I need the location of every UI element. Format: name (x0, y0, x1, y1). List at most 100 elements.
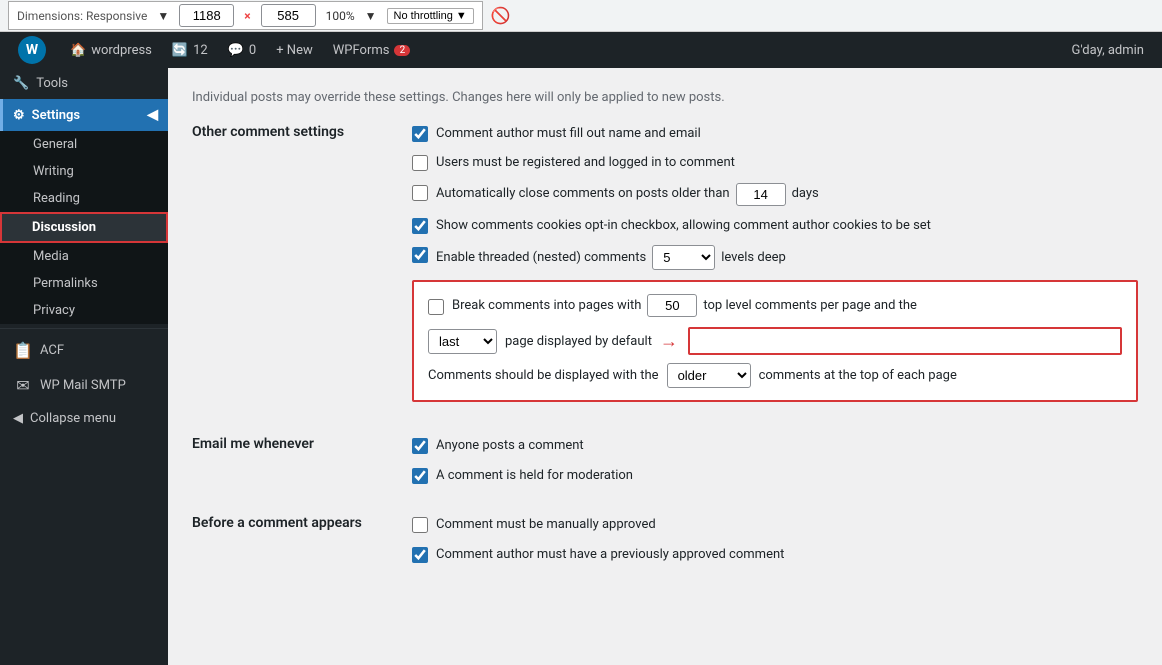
sidebar-item-discussion[interactable]: Discussion (0, 212, 168, 243)
checkbox-cookies[interactable] (412, 218, 428, 234)
wpmail-icon: ✉ (13, 376, 33, 395)
email-me-section: Email me whenever Anyone posts a comment… (192, 436, 1138, 495)
acf-label: ACF (40, 343, 64, 358)
display-order-row: Comments should be displayed with the ne… (428, 363, 1122, 388)
throttle-button[interactable]: No throttling ▼ (387, 8, 474, 24)
no-signal-icon: 🚫 (491, 6, 511, 25)
wp-logo: W (18, 36, 46, 64)
greeting: G'day, admin (1072, 43, 1154, 58)
checkbox-row-author-name: Comment author must fill out name and em… (412, 124, 1138, 144)
dimensions-dropdown-icon[interactable]: ▼ (157, 9, 169, 23)
other-comment-settings-title: Other comment settings (192, 124, 412, 140)
acf-icon: 📋 (13, 341, 33, 360)
checkbox-break[interactable] (428, 299, 444, 315)
discussion-label: Discussion (32, 220, 96, 235)
sidebar-item-general[interactable]: General (0, 131, 168, 158)
checkbox-held-moderation[interactable] (412, 468, 428, 484)
checkbox-row-autoclose: Automatically close comments on posts ol… (412, 183, 1138, 206)
checkbox-manually-approved[interactable] (412, 517, 428, 533)
sidebar-item-wpmail[interactable]: ✉ WP Mail SMTP (0, 368, 168, 403)
admin-bar: W 🏠 wordpress 🔄 12 💬 0 + New WPForms 2 G… (0, 32, 1162, 68)
zoom-dropdown-icon[interactable]: ▼ (365, 9, 377, 23)
settings-label: Settings (32, 108, 80, 123)
new-item[interactable]: + New (266, 32, 323, 68)
autoclose-text-prefix: Automatically close comments on posts ol… (436, 184, 730, 204)
threaded-depth-select[interactable]: 12345678910 (652, 245, 715, 270)
checkbox-prev-approved[interactable] (412, 547, 428, 563)
checkbox-anyone-posts[interactable] (412, 438, 428, 454)
checkbox-prev-approved-label: Comment author must have a previously ap… (436, 545, 784, 565)
checkbox-anyone-posts-label: Anyone posts a comment (436, 436, 584, 456)
display-suffix: comments at the top of each page (759, 368, 957, 383)
checkbox-row-prev-approved: Comment author must have a previously ap… (412, 545, 1138, 565)
comments-item[interactable]: 💬 0 (218, 32, 267, 68)
sidebar-item-acf[interactable]: 📋 ACF (0, 333, 168, 368)
writing-label: Writing (33, 164, 74, 179)
home-icon: 🏠 (70, 43, 86, 58)
checkbox-row-manually-approved: Comment must be manually approved (412, 515, 1138, 535)
site-name-item[interactable]: 🏠 wordpress (60, 32, 162, 68)
checkbox-registered[interactable] (412, 155, 428, 171)
checkbox-threaded[interactable] (412, 247, 428, 263)
checkbox-author-name-label: Comment author must fill out name and em… (436, 124, 701, 144)
dimensions-label: Dimensions: Responsive (17, 9, 147, 23)
collapse-label: Collapse menu (30, 411, 116, 426)
dimensions-separator: × (244, 9, 250, 23)
display-prefix: Comments should be displayed with the (428, 368, 659, 383)
before-comment-section: Before a comment appears Comment must be… (192, 515, 1138, 574)
checkbox-registered-label: Users must be registered and logged in t… (436, 153, 735, 173)
sidebar-item-tools[interactable]: 🔧 Tools (0, 68, 168, 99)
checkbox-break-label: Break comments into pages with top level… (452, 294, 917, 317)
wpforms-label: WPForms (333, 43, 390, 58)
break-text-prefix: Break comments into pages with (452, 296, 641, 316)
checkbox-row-registered: Users must be registered and logged in t… (412, 153, 1138, 173)
general-label: General (33, 137, 77, 152)
height-input[interactable] (261, 4, 316, 27)
zoom-display: 100% (326, 9, 355, 23)
tools-label: Tools (36, 76, 68, 91)
comments-count: 0 (249, 43, 256, 58)
sidebar-item-media[interactable]: Media (0, 243, 168, 270)
sidebar-item-settings[interactable]: ⚙ Settings ◀ (0, 99, 168, 131)
sidebar-item-privacy[interactable]: Privacy (0, 297, 168, 324)
sidebar-divider (0, 328, 168, 329)
threaded-text-suffix: levels deep (721, 248, 786, 268)
wpforms-badge: 2 (394, 45, 410, 56)
browser-bar: Dimensions: Responsive ▼ × 100% ▼ No thr… (0, 0, 1162, 32)
updates-count: 12 (193, 43, 208, 58)
updates-item[interactable]: 🔄 12 (162, 32, 218, 68)
site-name: wordpress (91, 43, 152, 58)
width-input[interactable] (179, 4, 234, 27)
checkbox-autoclose-label: Automatically close comments on posts ol… (436, 183, 819, 206)
media-label: Media (33, 249, 69, 264)
break-pages-box: Break comments into pages with top level… (412, 280, 1138, 402)
checkbox-row-threaded: Enable threaded (nested) comments 123456… (412, 245, 1138, 270)
sidebar-item-reading[interactable]: Reading (0, 185, 168, 212)
new-label: + New (276, 43, 313, 58)
checkbox-manually-approved-label: Comment must be manually approved (436, 515, 656, 535)
sidebar: 🔧 Tools ⚙ Settings ◀ General Writing Rea… (0, 68, 168, 665)
reading-label: Reading (33, 191, 80, 206)
break-pages-input[interactable] (647, 294, 697, 317)
break-text-suffix: top level comments per page and the (703, 296, 917, 316)
privacy-label: Privacy (33, 303, 75, 318)
other-comment-settings-content: Comment author must fill out name and em… (412, 124, 1138, 417)
checkbox-author-name[interactable] (412, 126, 428, 142)
wp-layout: 🔧 Tools ⚙ Settings ◀ General Writing Rea… (0, 68, 1162, 665)
autoclose-text-suffix: days (792, 184, 819, 204)
wpforms-item[interactable]: WPForms 2 (323, 32, 421, 68)
throttle-dropdown-icon: ▼ (456, 10, 467, 22)
red-arrow-annotation: → (660, 331, 678, 352)
autoclose-days-input[interactable] (736, 183, 786, 206)
email-section-content: Anyone posts a comment A comment is held… (412, 436, 1138, 495)
checkbox-row-held-moderation: A comment is held for moderation (412, 466, 1138, 486)
sidebar-item-writing[interactable]: Writing (0, 158, 168, 185)
page-order-select[interactable]: first last (428, 329, 497, 354)
checkbox-autoclose[interactable] (412, 185, 428, 201)
sidebar-collapse[interactable]: ◀ Collapse menu (0, 403, 168, 434)
sidebar-item-permalinks[interactable]: Permalinks (0, 270, 168, 297)
wp-logo-item[interactable]: W (8, 32, 60, 68)
display-order-select[interactable]: newer older (667, 363, 751, 388)
before-comment-content: Comment must be manually approved Commen… (412, 515, 1138, 574)
wpmail-label: WP Mail SMTP (40, 378, 126, 393)
